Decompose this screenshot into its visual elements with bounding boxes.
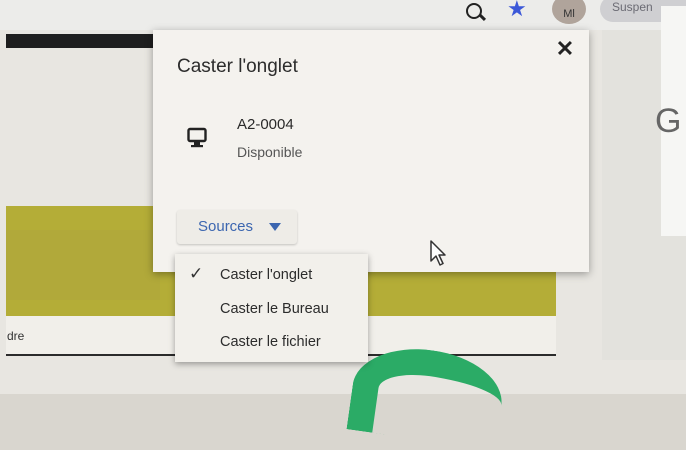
close-button[interactable]: ✕ <box>552 36 578 62</box>
menu-item-cast-desktop[interactable]: Caster le Bureau <box>175 293 368 325</box>
bookmark-star-icon[interactable]: ★ <box>507 0 527 22</box>
sources-dropdown-button[interactable]: Sources <box>177 210 297 244</box>
page-header-bar <box>6 34 154 48</box>
avatar[interactable]: Ml <box>552 0 586 24</box>
menu-item-cast-tab[interactable]: ✓ Caster l'onglet <box>175 259 368 291</box>
dialog-title: Caster l'onglet <box>177 56 298 77</box>
menu-item-cast-file[interactable]: Caster le fichier <box>175 326 368 358</box>
page-footer-text: dre <box>7 329 25 343</box>
green-arc-graphic <box>346 339 508 450</box>
browser-toolbar: ★ Ml Suspen <box>0 0 686 30</box>
mouse-cursor-icon <box>430 240 446 266</box>
search-icon[interactable] <box>466 3 482 19</box>
cast-device-item[interactable]: A2-0004 Disponible <box>173 110 473 166</box>
caret-down-icon <box>269 223 281 231</box>
sources-label: Sources <box>198 218 254 235</box>
menu-item-label: Caster le Bureau <box>220 301 329 317</box>
device-name: A2-0004 <box>237 116 294 133</box>
device-status: Disponible <box>237 144 303 160</box>
monitor-icon <box>187 127 207 148</box>
partial-logo-text: G <box>655 102 682 140</box>
sources-menu: ✓ Caster l'onglet Caster le Bureau Caste… <box>175 254 368 362</box>
menu-item-label: Caster le fichier <box>220 334 321 350</box>
cast-dialog: Caster l'onglet ✕ A2-0004 Disponible Sou… <box>153 30 589 272</box>
olive-banner-inner <box>6 230 160 300</box>
menu-item-label: Caster l'onglet <box>220 267 313 283</box>
checkmark-icon: ✓ <box>189 264 204 283</box>
